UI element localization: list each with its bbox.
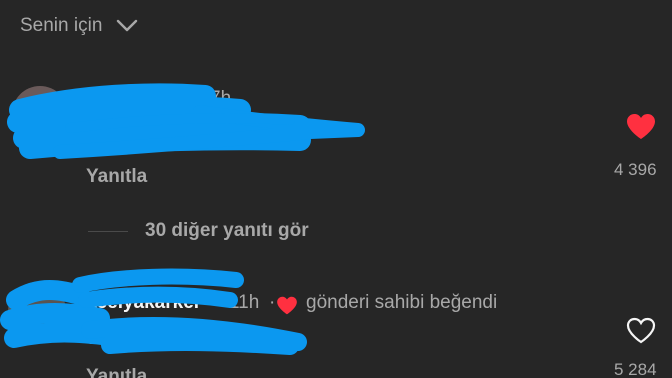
meta-separator: · [269,292,276,313]
reply-button[interactable]: Yanıtla [86,366,147,378]
avatar[interactable] [12,86,68,142]
replies-divider [88,231,128,232]
reply-button[interactable]: Yanıtla [86,166,147,188]
heart-outline-icon[interactable] [626,317,656,349]
owner-liked-label: gönderi sahibi beğendi [306,292,498,313]
comment-sort-filter[interactable]: Senin için [20,10,138,42]
avatar[interactable] [8,282,66,340]
redaction-scribble [0,83,365,355]
comment-text: erh [86,328,114,349]
comment-timestamp: 7h [210,88,232,109]
like-count: 4 396 [614,160,657,179]
chevron-down-icon [116,19,138,33]
comment-timestamp: 11h [229,292,260,313]
heart-filled-icon[interactable] [626,113,656,145]
view-more-replies-button[interactable]: 30 diğer yanıtı gör [145,220,309,242]
owner-liked-heart-icon [276,296,298,320]
sort-filter-label: Senin için [20,15,103,36]
comment-username[interactable]: aeelyakarker [86,292,201,314]
like-count: 5 284 [614,360,657,378]
